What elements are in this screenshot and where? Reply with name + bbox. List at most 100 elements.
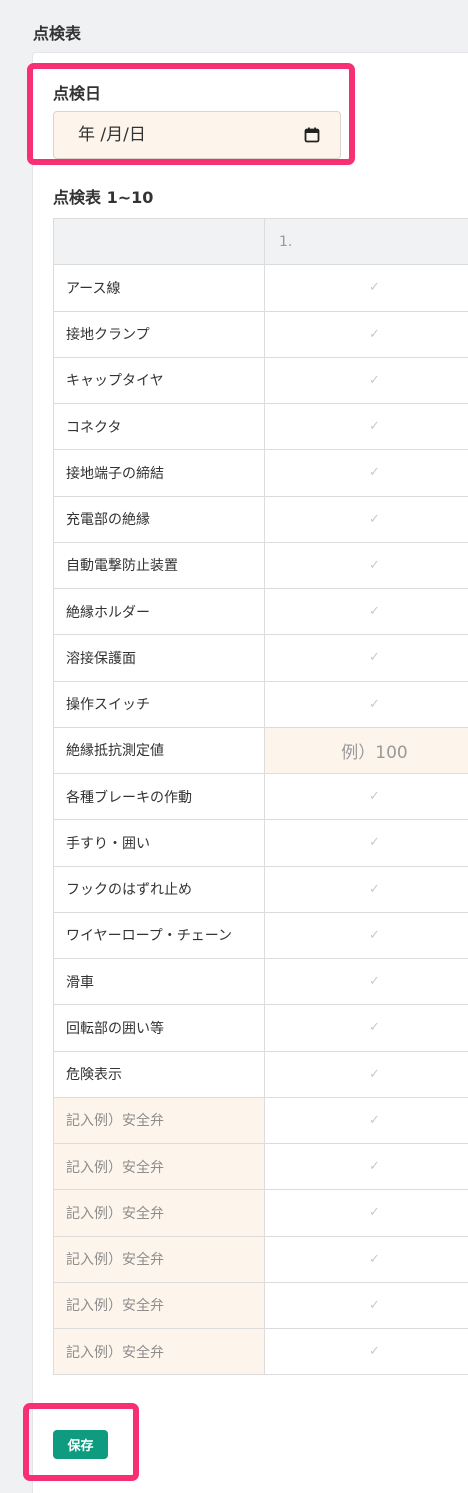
- check-mark-icon: ✓: [369, 604, 380, 620]
- item-label: 充電部の絶縁: [54, 496, 265, 542]
- check-cell[interactable]: ✓: [265, 404, 468, 449]
- item-label: アース線: [54, 265, 265, 311]
- table-row: 記入例）安全弁 ✓: [54, 1144, 468, 1191]
- table-row: 絶縁抵抗測定値 例）100: [54, 727, 468, 774]
- check-mark-icon: ✓: [369, 1020, 380, 1036]
- table-row: 手すり・囲い ✓: [54, 820, 468, 867]
- item-name-input[interactable]: 記入例）安全弁: [54, 1282, 265, 1328]
- table-row: アース線 ✓: [54, 265, 468, 312]
- check-mark-icon: ✓: [369, 1251, 380, 1267]
- check-mark-icon: ✓: [369, 1112, 380, 1128]
- table-row: 記入例）安全弁 ✓: [54, 1190, 468, 1237]
- check-cell[interactable]: ✓: [265, 1098, 468, 1143]
- check-cell[interactable]: ✓: [265, 774, 468, 819]
- table-row: 接地クランプ ✓: [54, 311, 468, 358]
- item-label: ワイヤーロープ・チェーン: [54, 912, 265, 958]
- check-cell[interactable]: ✓: [265, 450, 468, 495]
- table-row: 記入例）安全弁 ✓: [54, 1236, 468, 1283]
- item-label: 自動電撃防止装置: [54, 542, 265, 588]
- check-cell[interactable]: ✓: [265, 1144, 468, 1189]
- item-label: 絶縁抵抗測定値: [54, 727, 265, 773]
- item-label: 接地端子の締結: [54, 450, 265, 496]
- check-mark-icon: ✓: [369, 696, 380, 712]
- item-label: 絶縁ホルダー: [54, 589, 265, 635]
- table-row: 各種ブレーキの作動 ✓: [54, 774, 468, 821]
- check-cell[interactable]: ✓: [265, 265, 468, 310]
- item-name-input[interactable]: 記入例）安全弁: [54, 1144, 265, 1190]
- item-label: 滑車: [54, 959, 265, 1005]
- check-mark-icon: ✓: [369, 1205, 380, 1221]
- check-mark-icon: ✓: [369, 835, 380, 851]
- page-title: 点検表: [33, 24, 82, 43]
- check-cell[interactable]: ✓: [265, 1283, 468, 1328]
- header-label-cell: [54, 219, 265, 265]
- check-cell[interactable]: ✓: [265, 959, 468, 1004]
- table-row: 自動電撃防止装置 ✓: [54, 542, 468, 589]
- check-cell[interactable]: ✓: [265, 820, 468, 865]
- table-row: 滑車 ✓: [54, 959, 468, 1006]
- measurement-input[interactable]: 例）100: [265, 727, 468, 773]
- save-button[interactable]: 保存: [53, 1430, 108, 1459]
- item-name-input[interactable]: 記入例）安全弁: [54, 1097, 265, 1143]
- check-cell[interactable]: ✓: [265, 682, 468, 727]
- check-mark-icon: ✓: [369, 326, 380, 342]
- table-header-row: 1.: [54, 219, 468, 266]
- item-label: 操作スイッチ: [54, 681, 265, 727]
- check-cell[interactable]: ✓: [265, 1329, 468, 1374]
- check-mark-icon: ✓: [369, 1159, 380, 1175]
- item-label: フックのはずれ止め: [54, 866, 265, 912]
- date-label: 点検日: [53, 84, 102, 103]
- check-cell[interactable]: ✓: [265, 867, 468, 912]
- check-mark-icon: ✓: [369, 372, 380, 388]
- check-cell[interactable]: ✓: [265, 543, 468, 588]
- check-cell[interactable]: ✓: [265, 1190, 468, 1235]
- check-mark-icon: ✓: [369, 1344, 380, 1360]
- check-mark-icon: ✓: [369, 557, 380, 573]
- check-mark-icon: ✓: [369, 280, 380, 296]
- header-value-cell: 1.: [265, 219, 468, 265]
- check-mark-icon: ✓: [369, 927, 380, 943]
- item-label: 溶接保護面: [54, 635, 265, 681]
- check-cell[interactable]: ✓: [265, 1005, 468, 1050]
- check-mark-icon: ✓: [369, 881, 380, 897]
- check-cell[interactable]: ✓: [265, 1237, 468, 1282]
- check-mark-icon: ✓: [369, 974, 380, 990]
- table-row: ワイヤーロープ・チェーン ✓: [54, 912, 468, 959]
- table-row: コネクタ ✓: [54, 404, 468, 451]
- item-label: コネクタ: [54, 404, 265, 450]
- item-name-input[interactable]: 記入例）安全弁: [54, 1329, 265, 1375]
- table-row: 回転部の囲い等 ✓: [54, 1005, 468, 1052]
- item-label: 回転部の囲い等: [54, 1005, 265, 1051]
- table-row: キャップタイヤ ✓: [54, 357, 468, 404]
- item-name-input[interactable]: 記入例）安全弁: [54, 1236, 265, 1282]
- table-row: フックのはずれ止め ✓: [54, 866, 468, 913]
- check-mark-icon: ✓: [369, 465, 380, 481]
- table-row: 溶接保護面 ✓: [54, 635, 468, 682]
- check-mark-icon: ✓: [369, 1066, 380, 1082]
- date-input-text: 年 /月/日: [78, 125, 146, 145]
- item-label: 手すり・囲い: [54, 820, 265, 866]
- measurement-placeholder: 例）100: [341, 742, 408, 763]
- calendar-icon[interactable]: [304, 127, 320, 143]
- section-title: 点検表 1~10: [53, 188, 154, 207]
- item-label: 各種ブレーキの作動: [54, 774, 265, 820]
- item-label: キャップタイヤ: [54, 357, 265, 403]
- table-row: 記入例）安全弁 ✓: [54, 1097, 468, 1144]
- check-cell[interactable]: ✓: [265, 589, 468, 634]
- table-row: 接地端子の締結 ✓: [54, 450, 468, 497]
- check-cell[interactable]: ✓: [265, 358, 468, 403]
- table-row: 操作スイッチ ✓: [54, 681, 468, 728]
- check-mark-icon: ✓: [369, 650, 380, 666]
- check-cell[interactable]: ✓: [265, 635, 468, 680]
- item-name-input[interactable]: 記入例）安全弁: [54, 1190, 265, 1236]
- check-mark-icon: ✓: [369, 511, 380, 527]
- date-input[interactable]: 年 /月/日: [53, 111, 341, 159]
- check-cell[interactable]: ✓: [265, 1052, 468, 1097]
- check-cell[interactable]: ✓: [265, 312, 468, 357]
- check-mark-icon: ✓: [369, 419, 380, 435]
- check-mark-icon: ✓: [369, 1297, 380, 1313]
- check-cell[interactable]: ✓: [265, 913, 468, 958]
- check-cell[interactable]: ✓: [265, 497, 468, 542]
- checklist-table: 1. アース線 ✓ 接地クランプ ✓ キャップタイヤ ✓ コネクタ ✓ 接地端子の締結 ✓ 充電部の…: [53, 218, 468, 1376]
- table-row: 記入例）安全弁 ✓: [54, 1329, 468, 1376]
